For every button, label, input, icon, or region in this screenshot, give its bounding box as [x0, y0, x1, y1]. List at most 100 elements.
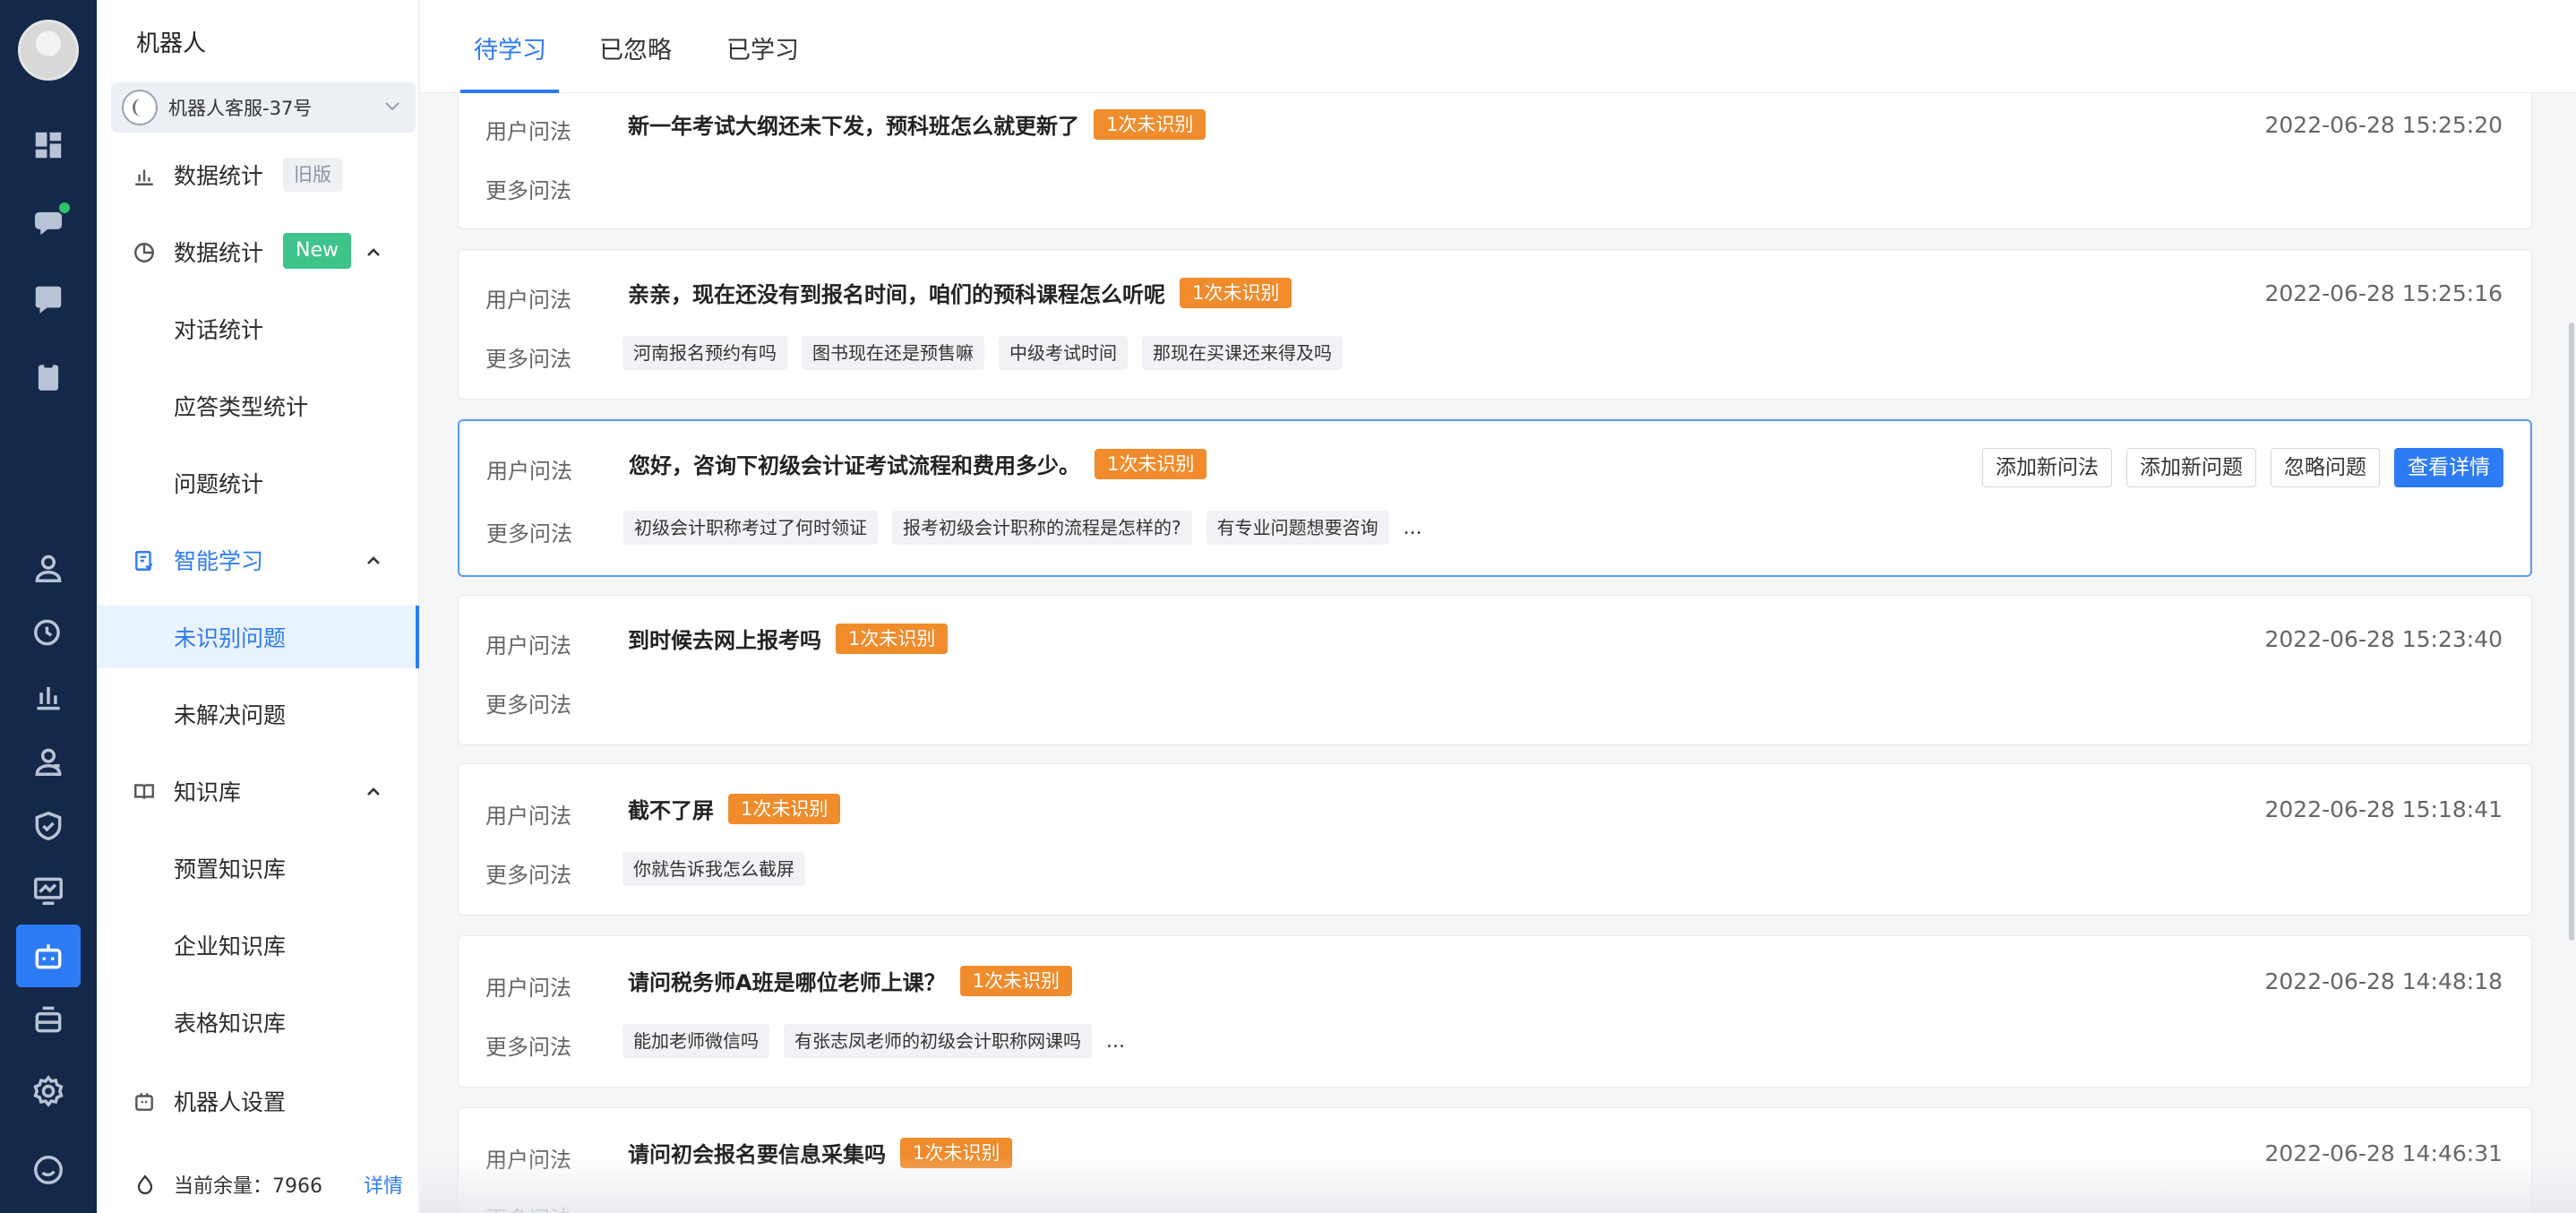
question-card: 用户问法 请问初会报名要信息采集吗 1次未识别 2022-06-28 14:46:… [458, 1107, 2532, 1213]
chevron-up-icon [364, 242, 383, 262]
alt-questions: 你就告诉我怎么截屏 [623, 852, 820, 886]
unrecognized-badge: 1次未识别 [900, 1137, 1013, 1168]
chevron-up-icon [364, 781, 383, 801]
more-questions-label: 更多问法 [485, 347, 571, 372]
balance-text: 当前余量：7966 [174, 1175, 322, 1198]
side-menu: 机器人 机器人客服-37号 数据统计 旧版 数据统计 New 对话统计 应答类型… [97, 0, 419, 1213]
scrollbar[interactable] [2569, 323, 2574, 941]
question-text: 您好，咨询下初级会计证考试流程和费用多少。 1次未识别 [629, 448, 1207, 479]
alt-question-chip: 那现在买课还来得及吗 [1142, 336, 1343, 370]
dashboard-icon[interactable] [20, 116, 77, 174]
menu-item-table-kb[interactable]: 表格知识库 [97, 991, 419, 1054]
menu-item-robot-settings[interactable]: 机器人设置 [97, 1070, 419, 1132]
user-icon[interactable] [20, 539, 77, 597]
menu-item-enterprise-kb[interactable]: 企业知识库 [97, 914, 419, 976]
user-question-label: 用户问法 [485, 288, 571, 313]
more-ellipsis[interactable]: ... [1106, 1030, 1125, 1053]
alt-question-chip: 初级会计职称考过了何时领证 [623, 511, 878, 545]
more-questions-label: 更多问法 [485, 1035, 571, 1060]
menu-item-smart-learning[interactable]: 智能学习 [97, 529, 419, 591]
menu-item-unrecognized[interactable]: 未识别问题 [97, 606, 419, 668]
more-questions-label: 更多问法 [485, 1201, 571, 1213]
menu-label: 数据统计 [174, 240, 264, 266]
user-question-label: 用户问法 [485, 1148, 571, 1173]
balance-row: 当前余量：7966 详情 [97, 1157, 419, 1211]
bar-chart-icon[interactable] [20, 668, 77, 726]
tab-learned[interactable]: 已学习 [726, 30, 799, 65]
tab-to-learn[interactable]: 待学习 [474, 30, 546, 65]
menu-item-dialog-stats[interactable]: 对话统计 [97, 297, 419, 360]
menu-item-stats-old[interactable]: 数据统计 旧版 [97, 143, 419, 206]
shield-icon[interactable] [20, 797, 77, 855]
robot-group-icon[interactable] [20, 991, 77, 1048]
unrecognized-badge: 1次未识别 [1094, 108, 1206, 140]
menu-label: 知识库 [174, 779, 242, 805]
menu-label: 未解决问题 [174, 702, 287, 728]
menu-item-knowledge-base[interactable]: 知识库 [97, 760, 419, 822]
menu-label: 未识别问题 [174, 625, 287, 651]
timestamp: 2022-06-28 14:46:31 [2264, 1140, 2503, 1166]
gear-icon[interactable] [20, 1062, 77, 1120]
question-text: 到时候去网上报考吗 1次未识别 [628, 623, 949, 654]
menu-item-unresolved[interactable]: 未解决问题 [97, 683, 419, 745]
alt-question-chip: 报考初级会计职称的流程是怎样的? [892, 511, 1192, 545]
user-question-label: 用户问法 [485, 976, 571, 1001]
menu-item-stats-new[interactable]: 数据统计 New [97, 220, 419, 283]
chevron-up-icon [364, 550, 383, 570]
robot-icon[interactable] [16, 925, 81, 987]
unrecognized-badge: 1次未识别 [728, 793, 841, 824]
more-ellipsis[interactable]: ... [1404, 517, 1422, 539]
old-version-tag: 旧版 [283, 158, 342, 192]
question-text: 新一年考试大纲还未下发，预科班怎么就更新了 1次未识别 [628, 108, 1206, 140]
menu-label: 预置知识库 [174, 856, 287, 882]
menu-label: 表格知识库 [174, 1011, 287, 1037]
monitor-icon[interactable] [20, 862, 77, 919]
chevron-down-icon [385, 102, 399, 111]
bar-chart-icon [133, 164, 156, 187]
alt-question-chip: 中级考试时间 [999, 336, 1128, 370]
balance-detail-link[interactable]: 详情 [364, 1170, 403, 1199]
timestamp: 2022-06-28 15:23:40 [2264, 626, 2503, 652]
more-questions-label: 更多问法 [485, 693, 571, 718]
team-icon[interactable] [20, 733, 77, 790]
alt-question-chip: 河南报名预约有吗 [623, 336, 787, 370]
menu-label: 企业知识库 [174, 933, 287, 959]
question-card: 用户问法 截不了屏 1次未识别 2022-06-28 15:18:41 更多问法 … [458, 763, 2532, 916]
alt-question-chip: 你就告诉我怎么截屏 [623, 852, 805, 886]
view-details-button[interactable]: 查看详情 [2394, 448, 2503, 487]
tab-ignored[interactable]: 已忽略 [599, 30, 672, 65]
menu-item-preset-kb[interactable]: 预置知识库 [97, 837, 419, 899]
menu-label: 对话统计 [174, 317, 264, 343]
more-questions-label: 更多问法 [485, 178, 571, 203]
phone-chat-icon[interactable] [20, 271, 77, 328]
robot-avatar [122, 90, 158, 125]
ignore-question-button[interactable]: 忽略问题 [2271, 448, 2380, 487]
tab-bar: 待学习 已忽略 已学习 [420, 0, 2576, 93]
open-book-icon [133, 780, 156, 804]
user-question-label: 用户问法 [485, 119, 571, 144]
drop-icon [134, 1174, 156, 1195]
user-question-label: 用户问法 [486, 459, 572, 484]
avatar[interactable] [18, 20, 79, 81]
alt-questions: 能加老师微信吗 有张志凤老师的初级会计职称网课吗 ... [623, 1024, 1125, 1058]
robot-name: 机器人客服-37号 [168, 98, 313, 119]
question-card-hovered: 用户问法 您好，咨询下初级会计证考试流程和费用多少。 1次未识别 添加新问法 添加… [458, 419, 2532, 577]
menu-label: 应答类型统计 [174, 394, 309, 420]
robot-selector[interactable]: 机器人客服-37号 [111, 82, 416, 133]
question-text: 请问初会报名要信息采集吗 1次未识别 [628, 1137, 1013, 1168]
message-icon[interactable] [20, 1141, 77, 1199]
icon-rail [0, 0, 97, 1213]
menu-item-response-type-stats[interactable]: 应答类型统计 [97, 374, 419, 437]
menu-label: 问题统计 [174, 471, 264, 497]
alt-question-chip: 能加老师微信吗 [623, 1024, 769, 1058]
question-list: 用户问法 新一年考试大纲还未下发，预科班怎么就更新了 1次未识别 2022-06-… [420, 93, 2576, 1213]
question-text: 截不了屏 1次未识别 [628, 793, 841, 824]
timestamp: 2022-06-28 15:25:20 [2264, 112, 2503, 138]
add-new-question-button[interactable]: 添加新问题 [2126, 448, 2256, 487]
clock-user-icon[interactable] [20, 604, 77, 661]
menu-item-question-stats[interactable]: 问题统计 [97, 452, 419, 514]
timestamp: 2022-06-28 15:25:16 [2264, 280, 2503, 306]
add-new-phrasing-button[interactable]: 添加新问法 [1982, 448, 2112, 487]
clipboard-icon[interactable] [20, 348, 77, 405]
more-questions-label: 更多问法 [486, 521, 572, 546]
